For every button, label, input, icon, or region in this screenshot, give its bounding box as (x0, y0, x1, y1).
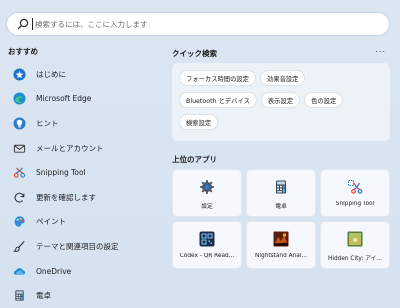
lightbulb-icon (12, 116, 26, 130)
edge-icon (12, 92, 26, 106)
list-item-label: メールとアカウント (36, 143, 104, 153)
quick-search-title: クイック検索 (172, 49, 217, 58)
chip-bluetooth-devices[interactable]: Bluetooth とデバイス (179, 92, 257, 108)
list-item-snipping-tool[interactable]: Snipping Tool (8, 160, 158, 185)
list-item-edge[interactable]: Microsoft Edge (8, 87, 158, 112)
onedrive-icon (12, 264, 26, 278)
chip-color-settings[interactable]: 色の設定 (304, 92, 344, 108)
app-tile-nightstand[interactable]: Nightstand Anal... (246, 221, 316, 269)
app-tile-label: Snipping Tool (335, 201, 375, 207)
paint-icon (12, 215, 26, 229)
chip-display-settings[interactable]: 表示設定 (260, 92, 301, 108)
app-tile-label: Hidden City: アイ... (328, 256, 382, 262)
list-item-label: 更新を確認します (36, 192, 96, 202)
list-item-label: Microsoft Edge (36, 94, 92, 104)
list-item-hints[interactable]: ヒント (8, 111, 158, 136)
chip-sound-effects[interactable]: 効果音設定 (259, 70, 306, 86)
app-tile-calculator[interactable]: 電卓 (246, 169, 316, 217)
chip-row: 検索設定 (179, 114, 384, 130)
list-item-label: ペイント (36, 217, 66, 227)
brush-icon (12, 239, 26, 253)
recommended-title: おすすめ (8, 47, 38, 56)
list-item-label: Snipping Tool (36, 168, 86, 178)
list-item-label: OneDrive (36, 266, 72, 276)
chip-search-settings[interactable]: 検索設定 (179, 114, 219, 130)
app-tile-label: 設定 (201, 204, 213, 210)
text-cursor (32, 18, 33, 30)
app-tile-settings[interactable]: 設定 (172, 169, 242, 217)
list-item-theme-settings[interactable]: テーマと関連項目の設定 (8, 234, 158, 259)
tips-star-icon (12, 67, 26, 81)
list-item-label: テーマと関連項目の設定 (36, 241, 119, 251)
more-options-button[interactable]: ... (375, 45, 386, 54)
chip-focus-settings[interactable]: フォーカス時間の設定 (179, 70, 256, 86)
search-box[interactable] (6, 12, 390, 36)
top-apps-title: 上位のアプリ (172, 155, 217, 164)
mail-icon (12, 141, 26, 155)
list-item-check-updates[interactable]: 更新を確認します (8, 185, 158, 210)
list-item-label: ヒント (36, 118, 59, 128)
chip-row: フォーカス時間の設定 効果音設定 (179, 70, 384, 86)
nightstand-icon (273, 231, 289, 247)
app-tile-label: Nightstand Anal... (255, 253, 307, 259)
list-item-onedrive[interactable]: OneDrive (8, 259, 158, 284)
list-item-tips[interactable]: はじめに (8, 62, 158, 87)
list-item-paint[interactable]: ペイント (8, 210, 158, 235)
app-tile-label: Codex - QR Read... (179, 253, 235, 259)
list-item-calculator[interactable]: 電卓 (8, 283, 158, 308)
search-icon (17, 18, 29, 30)
hidden-city-icon (347, 231, 363, 247)
quick-search-panel: フォーカス時間の設定 効果音設定 Bluetooth とデバイス 表示設定 色の… (172, 63, 390, 141)
qr-reader-icon (199, 231, 215, 247)
chip-row: Bluetooth とデバイス 表示設定 色の設定 (179, 92, 384, 108)
app-tile-label: 電卓 (275, 204, 287, 210)
calculator-icon (273, 179, 289, 195)
snipping-tool-icon (12, 166, 26, 180)
snipping-tool-icon (347, 179, 363, 195)
calculator-icon (12, 289, 26, 303)
list-item-mail-accounts[interactable]: メールとアカウント (8, 136, 158, 161)
app-tile-hidden-city[interactable]: Hidden City: アイ... (320, 221, 390, 269)
app-tile-snipping-tool[interactable]: Snipping Tool (320, 169, 390, 217)
recommended-list: はじめに Microsoft Edge ヒント メールとアカウント Snippi… (8, 62, 158, 308)
update-icon (12, 190, 26, 204)
settings-gear-icon (199, 179, 215, 195)
search-input[interactable] (35, 19, 335, 29)
list-item-label: はじめに (36, 69, 66, 79)
app-tile-codex-qr-reader[interactable]: Codex - QR Read... (172, 221, 242, 269)
list-item-label: 電卓 (36, 291, 51, 301)
